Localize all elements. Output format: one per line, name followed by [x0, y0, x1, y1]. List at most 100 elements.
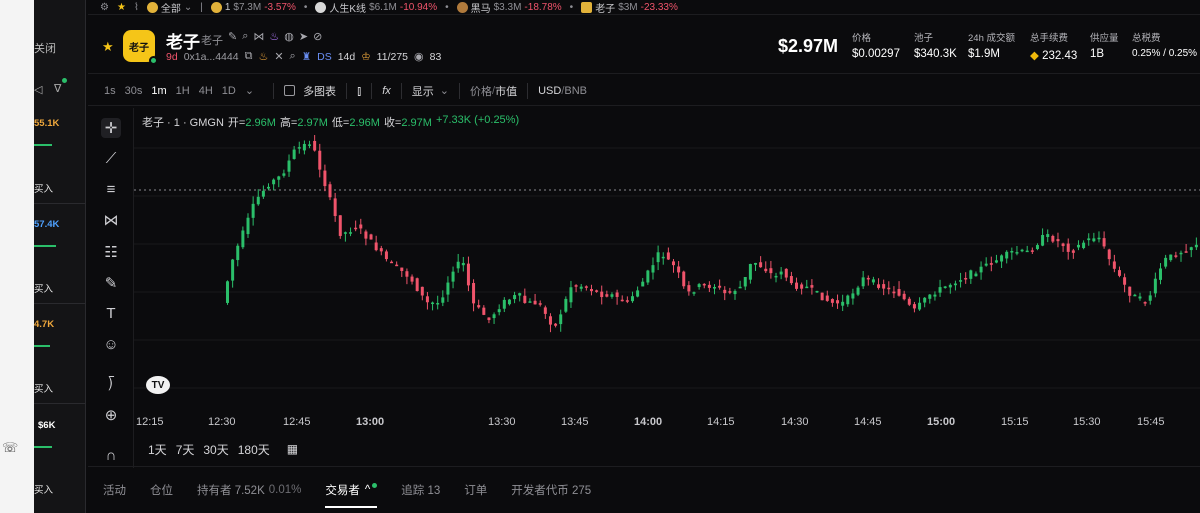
- tab-tracking[interactable]: 追踪 13: [401, 467, 440, 513]
- mcap-toggle[interactable]: 市值: [495, 83, 517, 99]
- candle: [349, 227, 353, 237]
- candle: [1041, 228, 1045, 247]
- eye-icon: ◉: [414, 51, 424, 63]
- filter-icon[interactable]: ∇: [54, 82, 61, 95]
- fib-icon[interactable]: ☷: [101, 242, 121, 262]
- text-icon[interactable]: T: [101, 303, 121, 323]
- settings-icon[interactable]: ⚙: [100, 2, 109, 13]
- candle-body: [292, 149, 296, 159]
- ticker-item[interactable]: 人生K线 $6.1M -10.94%: [315, 0, 437, 15]
- telegram-icon[interactable]: ➤: [299, 30, 308, 43]
- link-icon[interactable]: ⊘: [313, 30, 322, 43]
- token-header: ★ 老子 老子 老子 ✎ ⌕ ⋈ ♨ ◍ ➤ ⊘ 9d 0x1a...4444 …: [88, 18, 1200, 74]
- multi-chart-checkbox[interactable]: [284, 85, 296, 96]
- candle-body: [415, 278, 419, 292]
- candlestick-chart[interactable]: 12:15 12:30 12:45 13:00 13:30 13:45 14:00 14:15…: [134, 108, 1200, 438]
- search-icon[interactable]: ⌕: [242, 30, 248, 43]
- candle-body: [692, 292, 696, 294]
- stat-tax: 总税费 0.25% / 0.25%: [1132, 30, 1197, 59]
- ticker-item[interactable]: 老子 $3M -23.33%: [581, 0, 678, 15]
- close-button[interactable]: 关闭: [34, 40, 56, 56]
- x-tick-label: 12:45: [283, 416, 311, 428]
- emoji-icon[interactable]: ☺: [101, 334, 121, 354]
- x-tick-label: 15:15: [1001, 416, 1029, 428]
- interval-1d[interactable]: 1D: [222, 85, 236, 97]
- stat-value: $340.3K: [914, 48, 957, 60]
- tradingview-logo[interactable]: TV: [146, 376, 170, 394]
- candle: [589, 284, 593, 296]
- filter-select[interactable]: 全部 ⌄: [146, 0, 192, 15]
- candle-body: [759, 262, 763, 268]
- share-icon[interactable]: ⋈: [253, 30, 264, 43]
- buy-button[interactable]: 买入: [34, 181, 53, 195]
- flame-icon[interactable]: ♨: [269, 30, 279, 43]
- range-7d[interactable]: 7天: [176, 441, 195, 458]
- phone-icon[interactable]: ☏: [2, 440, 18, 456]
- tab-orders[interactable]: 订单: [464, 467, 487, 513]
- candle: [671, 259, 675, 273]
- display-menu[interactable]: 显示: [412, 83, 434, 99]
- candle-body: [774, 275, 778, 278]
- trendline-icon[interactable]: ⟋: [101, 148, 121, 168]
- buy-button[interactable]: 买入: [34, 381, 53, 395]
- candle-style-icon[interactable]: ⫾: [357, 83, 361, 99]
- candle: [579, 283, 583, 292]
- candle: [748, 263, 752, 284]
- star-icon[interactable]: ★: [117, 2, 126, 13]
- range-30d[interactable]: 30天: [203, 441, 228, 458]
- candle: [477, 299, 481, 309]
- chevron-down-icon[interactable]: ⌄: [245, 84, 254, 97]
- range-180d[interactable]: 180天: [238, 441, 270, 458]
- copy-icon[interactable]: ⧉: [245, 50, 253, 63]
- x-icon[interactable]: ✕: [274, 50, 283, 63]
- magnet-icon[interactable]: ∩: [101, 445, 121, 465]
- token-address[interactable]: 0x1a...4444: [184, 51, 239, 63]
- price-chart[interactable]: 12:15 12:30 12:45 13:00 13:30 13:45 14:00 14:15…: [134, 108, 1200, 464]
- candle-body: [748, 263, 752, 280]
- chart-icon[interactable]: ⌇: [134, 2, 139, 13]
- candle-body: [1046, 234, 1050, 238]
- speaker-icon[interactable]: ◁: [34, 83, 42, 96]
- active-dot: [62, 78, 67, 83]
- tab-activity[interactable]: 活动: [103, 467, 126, 513]
- crosshair-icon[interactable]: ✛: [101, 118, 121, 138]
- buy-button[interactable]: 买入: [34, 482, 53, 496]
- candle: [487, 317, 491, 324]
- interval-4h[interactable]: 4H: [199, 85, 213, 97]
- ruler-icon[interactable]: ⟌: [101, 375, 121, 395]
- candle: [584, 285, 588, 291]
- tab-dev-tokens[interactable]: 开发者代币 275: [511, 467, 591, 513]
- horizontal-lines-icon[interactable]: ≡: [101, 179, 121, 199]
- search-icon[interactable]: ⌕: [290, 50, 296, 63]
- candle: [1000, 254, 1004, 269]
- ticker-item[interactable]: 黑马 $3.3M -18.78%: [456, 0, 562, 15]
- zoom-in-icon[interactable]: ⊕: [101, 405, 121, 425]
- interval-1h[interactable]: 1H: [176, 85, 190, 97]
- calendar-icon[interactable]: ▦: [287, 442, 298, 456]
- usd-toggle[interactable]: USD: [538, 85, 561, 97]
- globe-icon[interactable]: ◍: [284, 30, 294, 43]
- tab-positions[interactable]: 仓位: [150, 467, 173, 513]
- buy-button[interactable]: 买入: [34, 281, 53, 295]
- token-icon: [581, 1, 593, 13]
- interval-1m[interactable]: 1m: [151, 85, 166, 97]
- brush-icon[interactable]: ✎: [101, 273, 121, 293]
- tab-traders[interactable]: 交易者 ^: [325, 467, 378, 513]
- token-age: 9d: [166, 50, 178, 63]
- favorite-star-icon[interactable]: ★: [102, 39, 114, 55]
- stat-label: 池子: [914, 33, 934, 44]
- bnb-toggle[interactable]: BNB: [564, 85, 587, 97]
- x-tick-label: 12:30: [208, 416, 236, 428]
- interval-1s[interactable]: 1s: [104, 85, 116, 97]
- interval-30s[interactable]: 30s: [125, 85, 143, 97]
- ticker-item[interactable]: 1 $7.3M -3.57%: [210, 1, 296, 13]
- indicators-icon[interactable]: fx: [382, 85, 391, 97]
- pattern-icon[interactable]: ⋈: [101, 210, 121, 230]
- candle: [759, 256, 763, 268]
- range-1d[interactable]: 1天: [148, 441, 167, 458]
- candle: [630, 291, 634, 303]
- price-toggle[interactable]: 价格: [470, 83, 492, 99]
- edit-icon[interactable]: ✎: [228, 30, 237, 43]
- tab-holders[interactable]: 持有者 7.52K 0.01%: [197, 467, 301, 513]
- candle-body: [861, 277, 865, 287]
